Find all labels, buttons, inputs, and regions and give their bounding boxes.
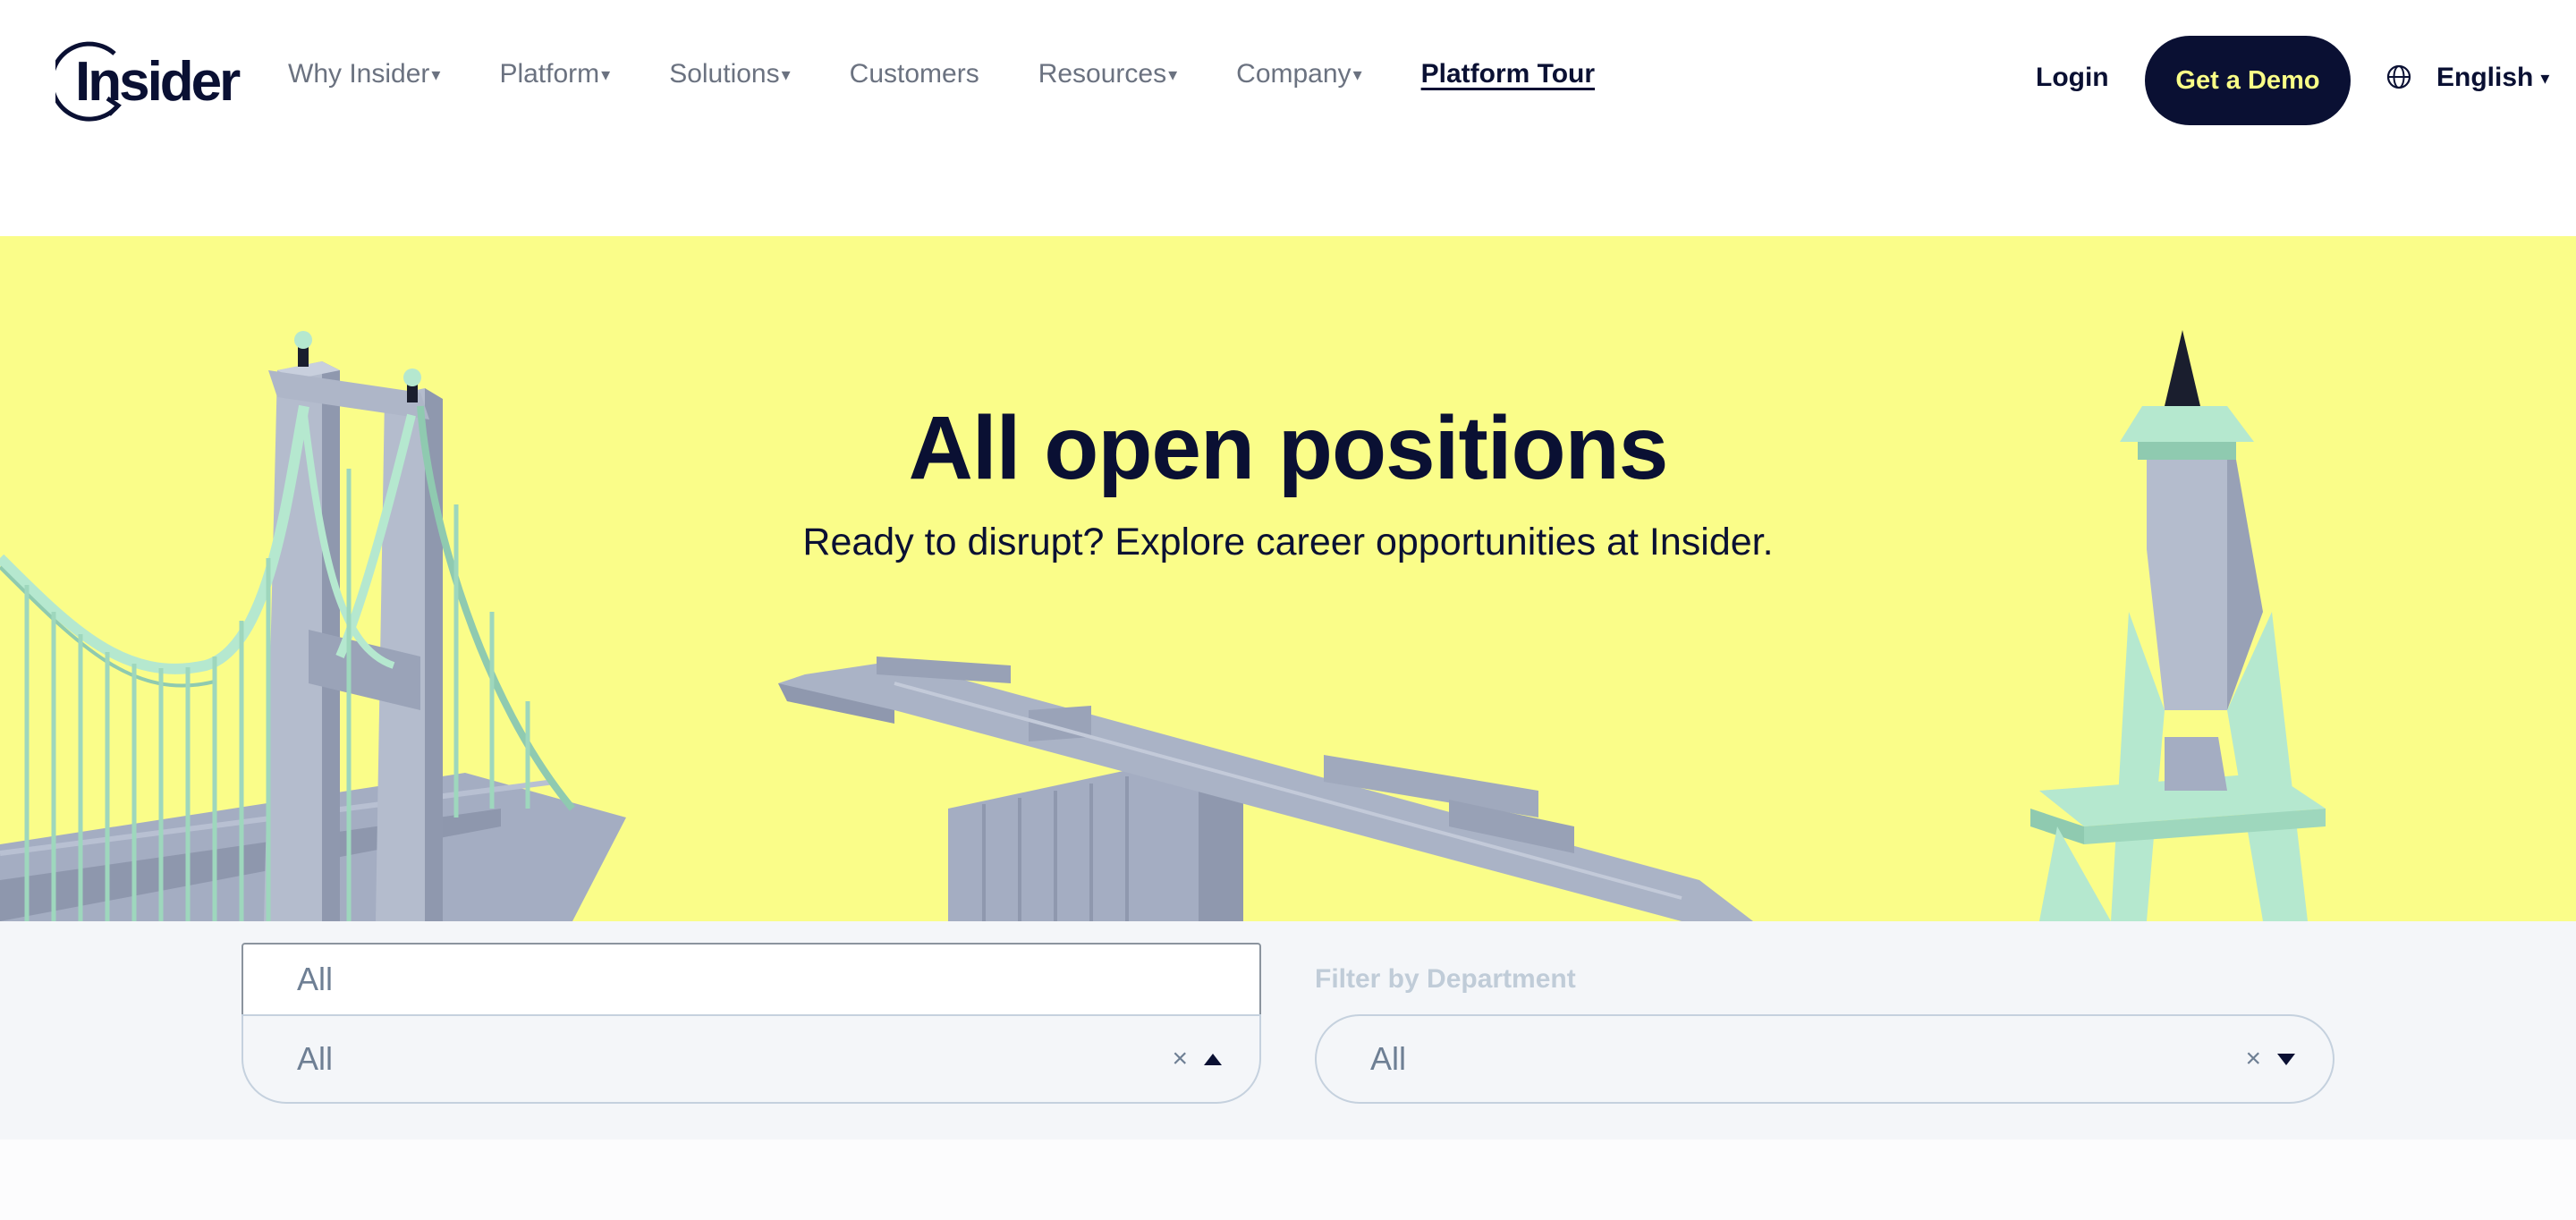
nav-solutions[interactable]: Solutions ▾ <box>669 59 790 89</box>
nav-label: Platform <box>499 59 600 89</box>
chevron-down-icon: ▾ <box>1168 64 1178 85</box>
login-link[interactable]: Login <box>2036 63 2109 93</box>
nav-platform[interactable]: Platform ▾ <box>499 59 610 89</box>
tower-illustration <box>2030 330 2326 921</box>
page-body-start <box>0 1140 2576 1220</box>
chevron-up-icon[interactable] <box>1204 1053 1222 1065</box>
language-selector[interactable]: English ▾ <box>2436 63 2549 93</box>
clear-location-icon[interactable]: × <box>1172 1044 1188 1074</box>
nav-company[interactable]: Company ▾ <box>1236 59 1361 89</box>
clear-department-icon[interactable]: × <box>2245 1044 2261 1074</box>
site-header: Insider Why Insider ▾ Platform ▾ Solutions… <box>0 0 2576 161</box>
chevron-down-icon: ▾ <box>431 64 441 85</box>
department-selected-value: All <box>1370 1040 1407 1077</box>
location-filter-select[interactable]: All × <box>242 1014 1261 1104</box>
page-subtitle: Ready to disrupt? Explore career opportu… <box>802 521 1774 563</box>
location-selected-value: All <box>297 1040 334 1077</box>
logo-wordmark: Insider <box>75 51 241 113</box>
department-filter-label: Filter by Department <box>1315 964 1576 994</box>
chevron-down-icon: ▾ <box>1352 64 1362 85</box>
skypark-building-illustration <box>778 657 1753 921</box>
nav-resources[interactable]: Resources ▾ <box>1038 59 1177 89</box>
globe-icon[interactable] <box>2385 63 2413 91</box>
nav-label: Solutions <box>669 59 780 89</box>
nav-label: Customers <box>849 59 979 89</box>
chevron-down-icon: ▾ <box>2540 68 2550 89</box>
chevron-down-icon: ▾ <box>781 64 791 85</box>
hero-illustration <box>0 330 2326 921</box>
get-a-demo-button[interactable]: Get a Demo <box>2145 36 2351 125</box>
chevron-down-icon: ▾ <box>601 64 611 85</box>
location-search-input[interactable] <box>242 943 1261 1016</box>
nav-label: Resources <box>1038 59 1167 89</box>
department-filter-select[interactable]: All × <box>1315 1014 2334 1104</box>
nav-customers[interactable]: Customers <box>850 59 979 89</box>
nav-why-insider[interactable]: Why Insider ▾ <box>288 59 440 89</box>
chevron-down-icon[interactable] <box>2277 1053 2295 1065</box>
page-title: All open positions <box>908 398 1669 498</box>
nav-label: Company <box>1236 59 1352 89</box>
nav-label: Why Insider <box>288 59 430 89</box>
main-nav: Why Insider ▾ Platform ▾ Solutions ▾ Custom… <box>288 59 1654 89</box>
language-label: English <box>2436 63 2534 92</box>
hero-banner: All open positions Ready to disrupt? Exp… <box>0 236 2576 921</box>
nav-platform-tour[interactable]: Platform Tour <box>1421 59 1595 89</box>
insider-logo[interactable]: Insider <box>55 36 241 125</box>
job-filters: All × Filter by Department All × <box>0 921 2576 1140</box>
